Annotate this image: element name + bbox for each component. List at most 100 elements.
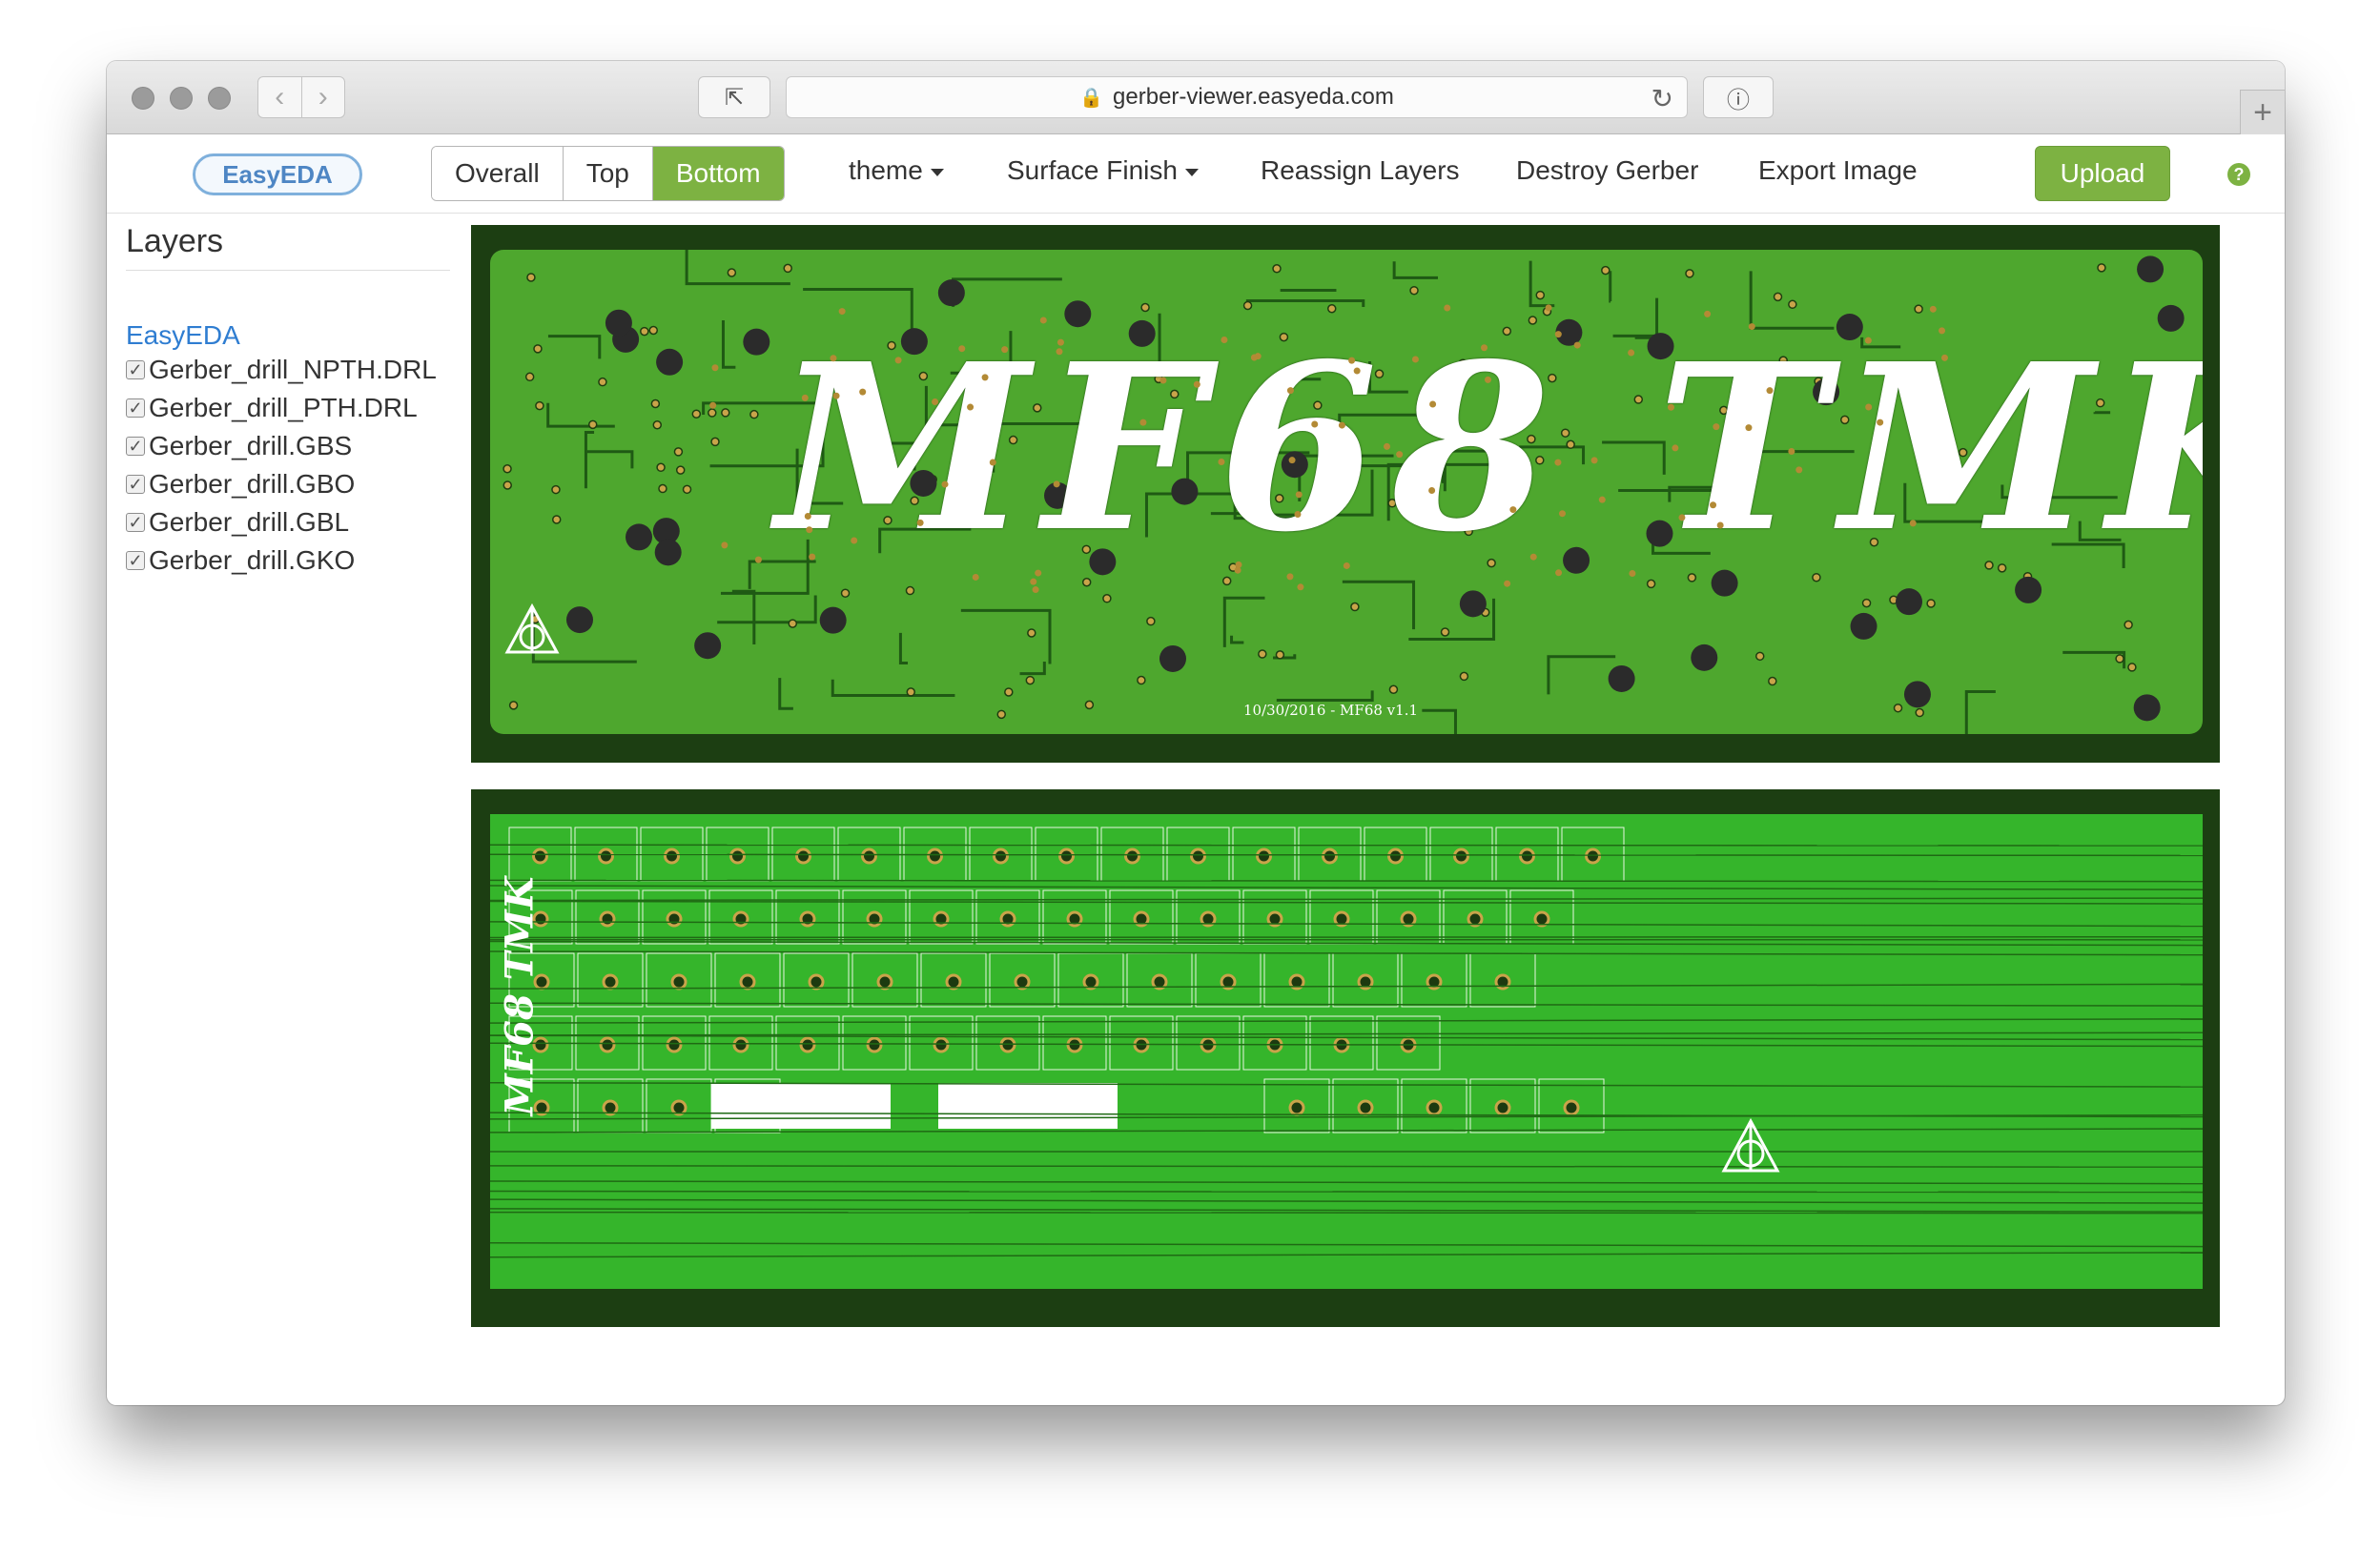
reload-icon[interactable]: ↻ — [1652, 83, 1673, 114]
logo-pad — [1297, 583, 1304, 591]
forward-icon[interactable]: › — [300, 77, 345, 117]
trace — [490, 900, 2203, 905]
logo-pad — [1286, 573, 1294, 581]
logo-pad — [1795, 466, 1803, 474]
spacebar-area — [711, 1083, 891, 1129]
layer-item[interactable]: ✓ Gerber_drill.GKO — [126, 541, 450, 580]
logo-pad — [1429, 400, 1437, 408]
layer-label: Gerber_drill_NPTH.DRL — [149, 355, 437, 384]
layer-item[interactable]: ✓ Gerber_drill_NPTH.DRL — [126, 351, 450, 389]
destroy-gerber-link[interactable]: Destroy Gerber — [1516, 155, 1698, 186]
export-image-link[interactable]: Export Image — [1758, 155, 1918, 186]
new-tab-icon[interactable]: + — [2240, 90, 2285, 134]
fullscreen-icon[interactable]: ⇱ — [698, 76, 770, 118]
logo-pad — [1218, 459, 1225, 466]
view-toggle: Overall Top Bottom — [431, 146, 785, 201]
tab-top[interactable]: Top — [562, 147, 652, 200]
logo-pad — [754, 556, 762, 563]
theme-menu[interactable]: theme — [849, 155, 944, 186]
checkbox-checked-icon[interactable]: ✓ — [126, 551, 145, 570]
layer-group-easyeda[interactable]: EasyEDA — [126, 320, 450, 351]
switch-pad — [1519, 847, 1535, 865]
logo-pad — [709, 401, 717, 409]
logo-pad — [1053, 480, 1060, 488]
checkbox-checked-icon[interactable]: ✓ — [126, 513, 145, 532]
switch-pad — [1533, 910, 1550, 928]
logo-pad — [1139, 419, 1147, 426]
switch-pad — [1494, 1099, 1511, 1116]
checkbox-checked-icon[interactable]: ✓ — [126, 360, 145, 379]
layer-label: Gerber_drill_PTH.DRL — [149, 393, 418, 422]
pcb-preview-copper[interactable]: MF68 TMK — [471, 789, 2220, 1327]
logo-pad — [801, 394, 809, 401]
reader-icon[interactable]: ⓘ — [1703, 76, 1774, 118]
pcb-board: MF68 TMK 10/30/2016 - MF68 v1.1 — [490, 250, 2203, 734]
pcb-preview-silkscreen[interactable]: MF68 TMK 10/30/2016 - MF68 v1.1 — [471, 225, 2220, 763]
logo-pad — [1940, 354, 1948, 361]
checkbox-checked-icon[interactable]: ✓ — [126, 398, 145, 418]
switch-pad — [866, 1036, 883, 1053]
chevron-down-icon — [930, 168, 944, 176]
logo-pad — [1428, 487, 1436, 495]
switch-pad — [599, 1036, 616, 1053]
logo-pad — [1667, 403, 1674, 411]
logo-pad — [989, 459, 996, 466]
switch-pad — [799, 910, 816, 928]
trace — [490, 844, 2203, 847]
logo-pad — [1444, 304, 1451, 312]
switch-pad — [1387, 847, 1404, 865]
layer-label: Gerber_drill.GBL — [149, 507, 350, 537]
layer-label: Gerber_drill.GKO — [149, 545, 356, 575]
logo-pad — [1766, 387, 1774, 395]
logo-pad — [1234, 566, 1241, 574]
logo-pad — [1032, 586, 1039, 594]
checkbox-checked-icon[interactable]: ✓ — [126, 475, 145, 494]
logo-pad — [1509, 506, 1517, 514]
layer-item[interactable]: ✓ Gerber_drill.GBS — [126, 427, 450, 465]
close-window-button[interactable] — [132, 87, 154, 110]
switch-pad — [1058, 847, 1075, 865]
logo-pad — [1353, 367, 1361, 375]
switch-pad — [1014, 973, 1031, 990]
browser-titlebar: ‹ › ⇱ 🔒 gerber-viewer.easyeda.com ↻ ⓘ + — [107, 61, 2285, 134]
switch-pad — [1190, 847, 1206, 865]
switch-pad — [666, 1036, 683, 1053]
layer-item[interactable]: ✓ Gerber_drill_PTH.DRL — [126, 389, 450, 427]
switch-pad — [808, 973, 825, 990]
logo-pad — [1545, 304, 1552, 312]
switch-pad — [866, 910, 883, 928]
address-bar[interactable]: 🔒 gerber-viewer.easyeda.com ↻ — [786, 76, 1688, 118]
logo-pad — [1057, 338, 1064, 346]
logo-pad — [1554, 331, 1562, 338]
logo-pad — [1311, 420, 1319, 428]
logo-pad — [1384, 442, 1391, 450]
switch-pad — [729, 847, 746, 865]
logo-pad — [1672, 444, 1679, 452]
back-icon[interactable]: ‹ — [258, 77, 301, 117]
layer-item[interactable]: ✓ Gerber_drill.GBL — [126, 503, 450, 541]
upload-button[interactable]: Upload — [2035, 146, 2170, 201]
trace — [490, 1242, 2203, 1248]
logo-pad — [1348, 357, 1356, 364]
reassign-layers-link[interactable]: Reassign Layers — [1261, 155, 1460, 186]
switch-pad — [1426, 1099, 1443, 1116]
logo-pad — [1716, 521, 1724, 529]
logo-pad — [1877, 419, 1884, 426]
deathly-hallows-icon — [1721, 1117, 1780, 1173]
switch-pad — [861, 847, 877, 865]
tab-overall[interactable]: Overall — [432, 147, 563, 200]
switch-pad — [1453, 847, 1469, 865]
switch-pad — [1322, 847, 1338, 865]
switch-pad — [739, 973, 756, 990]
help-icon[interactable]: ? — [2227, 163, 2250, 186]
easyeda-logo[interactable]: EasyEDA — [193, 153, 362, 195]
theme-label: theme — [849, 155, 923, 185]
tab-bottom[interactable]: Bottom — [651, 147, 784, 200]
logo-pad — [1221, 336, 1228, 343]
zoom-window-button[interactable] — [208, 87, 231, 110]
checkbox-checked-icon[interactable]: ✓ — [126, 437, 145, 456]
minimize-window-button[interactable] — [170, 87, 193, 110]
surface-finish-menu[interactable]: Surface Finish — [1007, 155, 1199, 186]
logo-pad — [1558, 510, 1566, 518]
layer-item[interactable]: ✓ Gerber_drill.GBO — [126, 465, 450, 503]
